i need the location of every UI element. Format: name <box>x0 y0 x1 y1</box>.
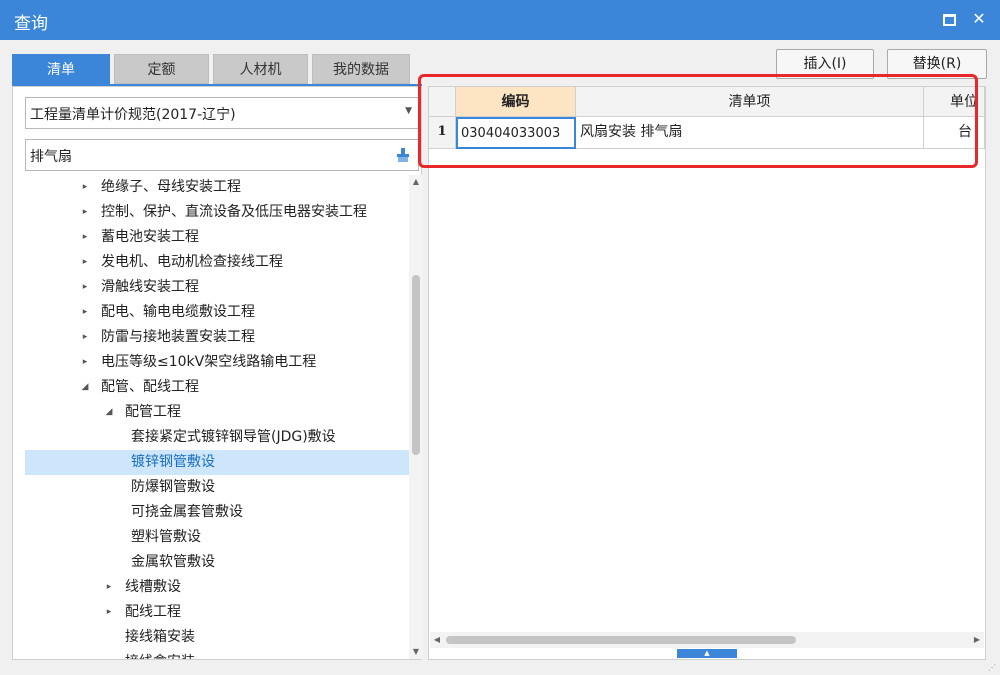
spec-select[interactable]: 工程量清单计价规范(2017-辽宁) ▼ <box>25 97 419 129</box>
tree-item[interactable]: ▸ 配电、输电电缆敷设工程 <box>25 300 409 325</box>
tree-item[interactable]: ▸ 绝缘子、母线安装工程 <box>25 175 409 200</box>
scroll-down-icon[interactable]: ▼ <box>409 645 423 659</box>
tree-item-label: 配管、配线工程 <box>101 379 199 395</box>
maximize-button[interactable] <box>938 8 960 30</box>
scroll-up-icon[interactable]: ▲ <box>409 175 423 189</box>
tree-item[interactable]: ▸ 控制、保护、直流设备及低压电器安装工程 <box>25 200 409 225</box>
tree-item[interactable]: ▸ 蓄电池安装工程 <box>25 225 409 250</box>
tree-item[interactable]: ▸ 发电机、电动机检查接线工程 <box>25 250 409 275</box>
header-item[interactable]: 清单项 <box>576 87 924 117</box>
panel-expander[interactable]: ▲ <box>677 649 737 658</box>
chevron-down-icon: ▼ <box>405 106 412 116</box>
scroll-right-icon[interactable]: ▶ <box>970 632 984 648</box>
spec-select-value: 工程量清单计价规范(2017-辽宁) <box>30 107 236 123</box>
expand-arrow-icon[interactable]: ▸ <box>79 275 91 300</box>
results-panel: 编码 清单项 单位 1 030404033003 风扇安装 排气扇 台 ◀ ▶ … <box>428 86 986 660</box>
tab-quota[interactable]: 定额 <box>114 54 209 84</box>
close-icon: ✕ <box>972 9 986 28</box>
expand-arrow-icon[interactable]: ▸ <box>79 300 91 325</box>
tree-item[interactable]: ▸ 滑触线安装工程 <box>25 275 409 300</box>
tree-item-label: 发电机、电动机检查接线工程 <box>101 254 283 270</box>
code-cell[interactable]: 030404033003 <box>456 117 576 149</box>
tree-item-label: 绝缘子、母线安装工程 <box>101 179 241 195</box>
row-number: 1 <box>429 117 456 149</box>
unit-cell[interactable]: 台 <box>924 117 985 149</box>
tree-item-label: 电压等级≤10kV架空线路输电工程 <box>101 354 317 370</box>
tree-item[interactable]: 镀锌钢管敷设 <box>25 450 409 475</box>
grid-corner <box>429 87 456 117</box>
hscroll-thumb[interactable] <box>446 636 796 644</box>
search-input-value: 排气扇 <box>30 149 72 165</box>
tree-item[interactable]: 套接紧定式镀锌钢导管(JDG)敷设 <box>25 425 409 450</box>
tree-item-label: 蓄电池安装工程 <box>101 229 199 245</box>
expand-arrow-icon[interactable]: ▸ <box>79 200 91 225</box>
tree-item[interactable]: 塑料管敷设 <box>25 525 409 550</box>
tree-item[interactable]: 接线盒安装 <box>25 650 409 659</box>
scroll-thumb[interactable] <box>412 275 420 455</box>
tree-item-label: 配电、输电电缆敷设工程 <box>101 304 255 320</box>
search-input[interactable]: 排气扇 <box>25 139 419 171</box>
tree-item[interactable]: ▸ 防雷与接地装置安装工程 <box>25 325 409 350</box>
tree-item[interactable]: 金属软管敷设 <box>25 550 409 575</box>
close-button[interactable]: ✕ <box>968 8 990 30</box>
maximize-icon <box>942 14 956 26</box>
tree-vertical-scrollbar[interactable]: ▲ ▼ <box>409 175 423 659</box>
tree-item-label: 防雷与接地装置安装工程 <box>101 329 255 345</box>
tree-item-label: 接线箱安装 <box>125 629 195 645</box>
window-title: 查询 <box>14 14 48 34</box>
tree-item[interactable]: 可挠金属套管敷设 <box>25 500 409 525</box>
tree-item-label: 接线盒安装 <box>125 650 195 659</box>
category-tree: ▸ 绝缘子、母线安装工程 ▸ 控制、保护、直流设备及低压电器安装工程 ▸ 蓄电池安装工程 ▸… <box>25 175 409 659</box>
header-code[interactable]: 编码 <box>456 87 576 117</box>
tree-item[interactable]: ▸ 配线工程 <box>25 600 409 625</box>
tree-item-label: 防爆钢管敷设 <box>131 479 215 495</box>
tree-item-label: 镀锌钢管敷设 <box>131 454 215 470</box>
tree-item-label: 线槽敷设 <box>125 579 181 595</box>
tree-item-label: 配管工程 <box>125 404 181 420</box>
insert-button[interactable]: 插入(I) <box>776 49 874 79</box>
tree-item-label: 塑料管敷设 <box>131 529 201 545</box>
left-panel: 工程量清单计价规范(2017-辽宁) ▼ 排气扇 ▸ 绝缘子、母线安装工程 ▸ 控制、… <box>12 86 423 660</box>
expand-arrow-icon[interactable]: ▸ <box>79 350 91 375</box>
replace-button[interactable]: 替换(R) <box>887 49 987 79</box>
tree-item[interactable]: ◢ 配管、配线工程 <box>25 375 409 400</box>
tree-item-label: 可挠金属套管敷设 <box>131 504 243 520</box>
tab-labor-material-machine[interactable]: 人材机 <box>213 54 308 84</box>
tree-item-label: 控制、保护、直流设备及低压电器安装工程 <box>101 204 367 220</box>
expand-arrow-icon[interactable]: ▸ <box>79 225 91 250</box>
title-bar: 查询 ✕ <box>0 0 1000 40</box>
tree-item-label: 金属软管敷设 <box>131 554 215 570</box>
item-cell[interactable]: 风扇安装 排气扇 <box>576 117 924 149</box>
collapse-arrow-icon[interactable]: ◢ <box>79 375 91 400</box>
expand-arrow-icon[interactable]: ▸ <box>79 250 91 275</box>
tab-my-data[interactable]: 我的数据 <box>312 54 410 84</box>
tree-item[interactable]: 接线箱安装 <box>25 625 409 650</box>
expand-arrow-icon[interactable]: ▸ <box>103 600 115 625</box>
expand-arrow-icon[interactable]: ▸ <box>103 575 115 600</box>
tree-item[interactable]: ▸ 电压等级≤10kV架空线路输电工程 <box>25 350 409 375</box>
tree-item-label: 滑触线安装工程 <box>101 279 199 295</box>
tab-bill[interactable]: 清单 <box>12 54 110 84</box>
expand-arrow-icon[interactable]: ▸ <box>79 175 91 200</box>
header-unit[interactable]: 单位 <box>924 87 985 117</box>
tree-item[interactable]: 防爆钢管敷设 <box>25 475 409 500</box>
expand-arrow-icon[interactable]: ▸ <box>79 325 91 350</box>
clear-brush-icon[interactable] <box>396 148 410 162</box>
scroll-left-icon[interactable]: ◀ <box>430 632 444 648</box>
resize-grip-icon[interactable]: ⋰ <box>988 663 996 672</box>
tree-item-label: 配线工程 <box>125 604 181 620</box>
tree-item-label: 套接紧定式镀锌钢导管(JDG)敷设 <box>131 429 336 445</box>
tree-item[interactable]: ◢ 配管工程 <box>25 400 409 425</box>
grid-horizontal-scrollbar[interactable]: ◀ ▶ <box>430 632 984 648</box>
tree-item[interactable]: ▸ 线槽敷设 <box>25 575 409 600</box>
collapse-arrow-icon[interactable]: ◢ <box>103 400 115 425</box>
